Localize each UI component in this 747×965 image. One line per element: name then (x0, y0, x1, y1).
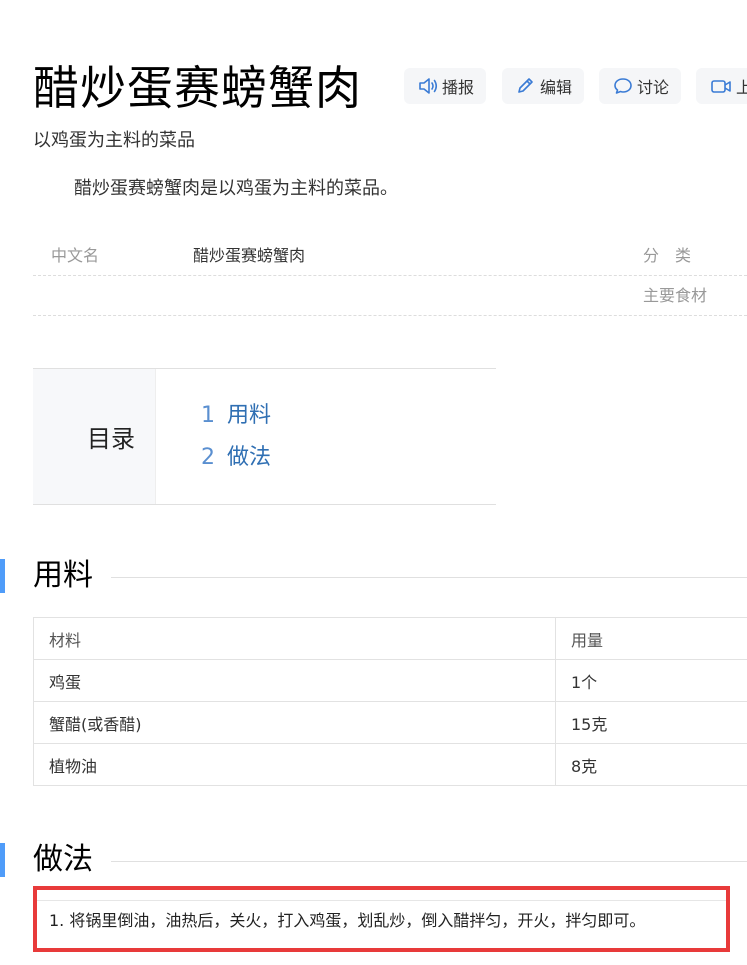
page-title: 醋炒蛋赛螃蟹肉 (33, 61, 362, 115)
table-header-cell: 用量 (555, 617, 747, 660)
basic-info: 中文名 醋炒蛋赛螃蟹肉 分 类 主要食材 (33, 236, 747, 316)
steps-divider (37, 900, 726, 901)
info-value: 醋炒蛋赛螃蟹肉 (193, 246, 306, 265)
table-row: 植物油 8克 (33, 743, 747, 786)
pencil-icon (518, 78, 533, 93)
catalog-number: 2 (201, 445, 215, 470)
catalog-list: 1 用料 2 做法 (156, 369, 271, 504)
chat-bubble-icon (614, 78, 632, 94)
catalog-item-method[interactable]: 2 做法 (201, 437, 271, 479)
speak-button-label: 播报 (442, 78, 475, 97)
table-cell: 鸡蛋 (33, 659, 556, 702)
video-button-label: 上 (736, 78, 747, 97)
table-cell: 8克 (555, 743, 747, 786)
table-cell: 蟹醋(或香醋) (33, 701, 556, 744)
table-row: 蟹醋(或香醋) 15克 (33, 701, 747, 744)
section-accent-bar (0, 559, 5, 593)
info-label: 中文名 (51, 246, 100, 265)
table-header-cell: 材料 (33, 617, 556, 660)
edit-button-label: 编辑 (540, 78, 573, 97)
ingredients-table: 材料 用量 鸡蛋 1个 蟹醋(或香醋) 15克 植物油 8克 (33, 617, 747, 786)
table-row: 鸡蛋 1个 (33, 659, 747, 702)
info-row: 主要食材 (33, 276, 747, 316)
table-cell: 植物油 (33, 743, 556, 786)
table-header-row: 材料 用量 (33, 617, 747, 660)
section-divider (111, 861, 747, 862)
info-label-right: 分 类 (643, 246, 692, 265)
speaker-icon (419, 78, 438, 94)
table-cell: 15克 (555, 701, 747, 744)
summary-paragraph: 醋炒蛋赛螃蟹肉是以鸡蛋为主料的菜品。 (74, 178, 398, 199)
page-subtitle: 以鸡蛋为主料的菜品 (33, 130, 195, 151)
title-row: 醋炒蛋赛螃蟹肉 播报 编辑 讨论 上 (33, 56, 747, 120)
catalog: 目录 1 用料 2 做法 (33, 368, 496, 505)
section-header-method: 做法 (0, 840, 747, 880)
video-icon (711, 80, 731, 93)
table-cell: 1个 (555, 659, 747, 702)
catalog-item-ingredients[interactable]: 1 用料 (201, 395, 271, 437)
section-accent-bar (0, 843, 5, 877)
catalog-number: 1 (201, 403, 215, 428)
method-steps-highlight: 1. 将锅里倒油，油热后，关火，打入鸡蛋，划乱炒，倒入醋拌匀，开火，拌匀即可。 (33, 886, 730, 952)
video-button[interactable]: 上 (696, 68, 747, 104)
catalog-item-label: 用料 (227, 403, 272, 428)
section-title: 用料 (33, 558, 93, 593)
discuss-button[interactable]: 讨论 (599, 68, 682, 104)
catalog-item-label: 做法 (227, 445, 272, 470)
speak-button[interactable]: 播报 (404, 68, 487, 104)
method-step: 1. 将锅里倒油，油热后，关火，打入鸡蛋，划乱炒，倒入醋拌匀，开火，拌匀即可。 (49, 911, 646, 930)
info-row: 中文名 醋炒蛋赛螃蟹肉 分 类 (33, 236, 747, 276)
section-divider (111, 577, 747, 578)
section-header-ingredients: 用料 (0, 556, 747, 596)
section-title: 做法 (33, 842, 93, 877)
edit-button[interactable]: 编辑 (502, 68, 585, 104)
catalog-heading: 目录 (33, 369, 156, 504)
discuss-button-label: 讨论 (637, 78, 670, 97)
info-label-right: 主要食材 (643, 286, 708, 305)
